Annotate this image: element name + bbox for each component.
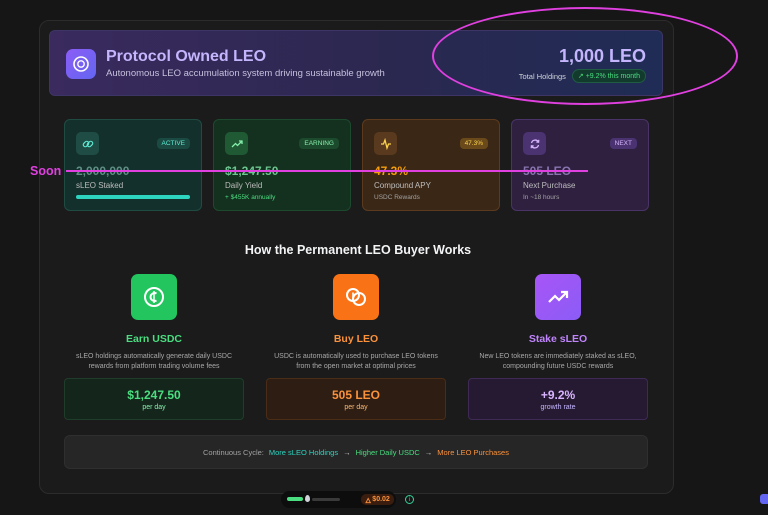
arrow-icon: → [424, 447, 433, 457]
stat-sub: + $455K annually [225, 194, 276, 201]
step-value-box: $1,247.50 per day [64, 378, 244, 420]
trending-up-icon [225, 132, 248, 155]
step-unit: per day [142, 404, 166, 411]
step-description: USDC is automatically used to purchase L… [256, 352, 456, 372]
bottom-status-pill[interactable]: 🜂 $0.02 [281, 491, 396, 508]
stat-label: Daily Yield [225, 181, 263, 190]
stat-card-next-purchase: NEXT 505 LEO Next Purchase In ~18 hours [511, 119, 649, 211]
annotation-soon-label: Soon [30, 164, 62, 178]
annotation-strike-line [66, 170, 588, 172]
step-unit: per day [344, 404, 368, 411]
section-title: How the Permanent LEO Buyer Works [244, 243, 472, 257]
coin-icon [66, 49, 96, 79]
stat-label: Compound APY [374, 181, 431, 190]
status-badge: ACTIVE [156, 138, 190, 149]
step-value: 505 LEO [331, 388, 381, 402]
step-title: Buy LEO [333, 333, 379, 345]
trending-up-icon [535, 274, 581, 320]
step-desc-line: sLEO holdings automatically generate dai… [75, 353, 233, 360]
price-badge[interactable]: 🜂 $0.02 [361, 494, 394, 505]
stat-card-daily-yield: EARNING $1,247.50 Daily Yield + $455K an… [213, 119, 351, 211]
info-icon[interactable]: i [405, 495, 414, 504]
activity-icon [374, 132, 397, 155]
step-title: Stake sLEO [528, 333, 588, 345]
arrow-icon: → [343, 447, 351, 457]
cycle-item: Higher Daily USDC [355, 447, 420, 457]
step-value-box: 505 LEO per day [266, 378, 446, 420]
status-badge: EARNING [299, 138, 339, 149]
hero-title: Protocol Owned LEO [106, 48, 267, 65]
step-description: New LEO tokens are immediately staked as… [458, 352, 658, 372]
stat-card-staked: ACTIVE 2,000,000 sLEO Staked [64, 119, 202, 211]
stat-card-apy: 47.3% 47.3% Compound APY USDC Rewards [362, 119, 500, 211]
step-description: sLEO holdings automatically generate dai… [54, 352, 254, 372]
usdc-icon [131, 274, 177, 320]
step-desc-line: USDC is automatically used to purchase L… [274, 353, 438, 360]
step-value: +9.2% [540, 388, 576, 402]
stat-sub: In ~18 hours [523, 194, 560, 201]
step-desc-line: rewards from platform trading volume fee… [88, 363, 220, 370]
cycle-item: More sLEO Holdings [268, 447, 339, 457]
step-desc-line: compounding future USDC rewards [502, 363, 614, 370]
drop-icon [305, 495, 310, 502]
chat-widget-icon[interactable] [760, 494, 768, 504]
status-badge: NEXT [609, 138, 637, 149]
resource-track [312, 498, 340, 501]
cycle-prefix: Continuous Cycle: [203, 447, 264, 457]
step-desc-line: New LEO tokens are immediately staked as… [479, 353, 637, 360]
price-value: $0.02 [372, 496, 390, 503]
coins-icon [333, 274, 379, 320]
resource-bar [287, 497, 303, 501]
step-desc-line: from the open market at optimal prices [296, 363, 416, 370]
step-unit: growth rate [540, 404, 576, 411]
status-badge: 47.3% [459, 138, 488, 149]
stat-label: Next Purchase [523, 181, 576, 190]
continuous-cycle-bar: Continuous Cycle: More sLEO Holdings → H… [64, 435, 648, 469]
cycle-item: More LEO Purchases [437, 447, 509, 457]
annotation-ellipse [432, 7, 738, 105]
link-icon [76, 132, 99, 155]
refresh-icon [523, 132, 546, 155]
fire-icon: 🜂 [365, 497, 372, 505]
step-value: $1,247.50 [127, 388, 181, 402]
step-value-box: +9.2% growth rate [468, 378, 648, 420]
stat-sub: USDC Rewards [374, 194, 420, 201]
stat-label: sLEO Staked [76, 181, 124, 190]
hero-subtitle: Autonomous LEO accumulation system drivi… [106, 68, 385, 79]
progress-bar [76, 195, 190, 199]
step-title: Earn USDC [125, 333, 182, 345]
